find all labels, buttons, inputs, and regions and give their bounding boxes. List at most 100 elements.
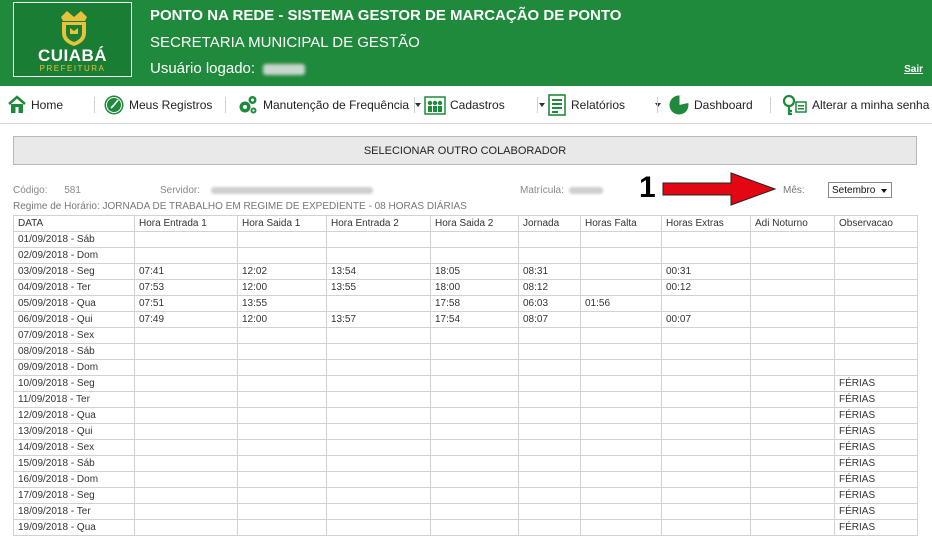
- table-cell: [134, 487, 238, 504]
- nav-home[interactable]: Home: [7, 93, 63, 117]
- table-cell: [661, 327, 751, 344]
- table-cell: 06/09/2018 - Qui: [13, 311, 135, 328]
- table-cell: [750, 423, 835, 440]
- table-cell: FÉRIAS: [834, 439, 918, 456]
- table-cell: 04/09/2018 - Ter: [13, 279, 135, 296]
- column-header: DATA: [13, 215, 135, 232]
- table-cell: [134, 327, 238, 344]
- table-cell: [518, 439, 581, 456]
- table-cell: [661, 359, 751, 376]
- table-cell: [237, 439, 327, 456]
- table-cell: [134, 439, 238, 456]
- table-cell: [134, 471, 238, 488]
- table-cell: [326, 487, 431, 504]
- table-cell: 13:54: [326, 263, 431, 280]
- table-cell: FÉRIAS: [834, 423, 918, 440]
- table-cell: [750, 375, 835, 392]
- table-cell: [134, 247, 238, 264]
- table-cell: [750, 519, 835, 536]
- report-icon: [548, 94, 566, 116]
- month-label: Mês:: [783, 185, 805, 196]
- people-icon: [424, 96, 446, 115]
- table-cell: [134, 455, 238, 472]
- table-cell: [237, 519, 327, 536]
- table-cell: [430, 471, 519, 488]
- table-cell: [834, 327, 918, 344]
- table-cell: 13:55: [326, 279, 431, 296]
- table-row: 10/09/2018 - Seg FÉRIAS: [13, 375, 918, 392]
- table-cell: [326, 519, 431, 536]
- table-cell: [750, 327, 835, 344]
- department-title: SECRETARIA MUNICIPAL DE GESTÃO: [150, 34, 420, 51]
- nav-my-records[interactable]: Meus Registros: [103, 93, 212, 117]
- employee-registration-label: Matrícula:: [520, 185, 564, 196]
- table-cell: [518, 487, 581, 504]
- table-cell: [237, 231, 327, 248]
- table-cell: 08/09/2018 - Sáb: [13, 343, 135, 360]
- chevron-down-icon: [538, 103, 545, 107]
- nav-change-password-label: Alterar a minha senha: [812, 98, 930, 112]
- table-cell: [326, 391, 431, 408]
- table-cell: [518, 423, 581, 440]
- nav-attendance-maintenance[interactable]: Manutenção de Frequência: [237, 93, 422, 117]
- table-cell: [134, 423, 238, 440]
- logo-name: CUIABÁ: [37, 46, 108, 65]
- table-cell: [326, 247, 431, 264]
- nav-registers[interactable]: Cadastros: [424, 93, 545, 117]
- logo-subtitle: PREFEITURA: [39, 64, 106, 73]
- chevron-down-icon: [655, 103, 662, 107]
- table-cell: [430, 439, 519, 456]
- table-cell: FÉRIAS: [834, 407, 918, 424]
- table-cell: [237, 359, 327, 376]
- column-header: Horas Falta: [580, 215, 662, 232]
- table-cell: [750, 247, 835, 264]
- select-other-employee-button[interactable]: SELECIONAR OUTRO COLABORADOR: [13, 136, 917, 165]
- table-cell: [326, 439, 431, 456]
- table-cell: [580, 455, 662, 472]
- table-cell: [237, 423, 327, 440]
- nav-dashboard[interactable]: Dashboard: [668, 93, 753, 117]
- table-row: 02/09/2018 - Dom: [13, 247, 918, 264]
- table-cell: 05/09/2018 - Qua: [13, 295, 135, 312]
- employee-code-value: 581: [64, 185, 81, 196]
- table-cell: [580, 311, 662, 328]
- table-cell: [237, 327, 327, 344]
- table-row: 13/09/2018 - Qui FÉRIAS: [13, 423, 918, 440]
- table-row: 15/09/2018 - Sáb FÉRIAS: [13, 455, 918, 472]
- table-cell: [580, 487, 662, 504]
- table-cell: [580, 407, 662, 424]
- nav-home-label: Home: [31, 98, 64, 112]
- table-cell: [518, 407, 581, 424]
- nav-divider: [225, 97, 226, 113]
- column-header: Horas Extras: [661, 215, 751, 232]
- table-cell: [430, 391, 519, 408]
- app-title: PONTO NA REDE - SISTEMA GESTOR DE MARCAÇ…: [150, 7, 622, 24]
- table-cell: [750, 343, 835, 360]
- month-select[interactable]: Setembro: [828, 182, 892, 198]
- table-cell: 18:00: [430, 279, 519, 296]
- nav-reports[interactable]: Relatórios: [547, 93, 662, 117]
- table-cell: [661, 439, 751, 456]
- table-cell: [326, 503, 431, 520]
- table-cell: [430, 503, 519, 520]
- table-cell: [134, 407, 238, 424]
- table-cell: [750, 407, 835, 424]
- table-cell: [750, 471, 835, 488]
- table-cell: 13:55: [237, 295, 327, 312]
- nav-divider: [94, 97, 95, 113]
- table-row: 16/09/2018 - Dom FÉRIAS: [13, 471, 918, 488]
- logo[interactable]: CUIABÁ PREFEITURA: [13, 2, 132, 77]
- table-cell: 00:07: [661, 311, 751, 328]
- logout-link[interactable]: Sair: [904, 64, 923, 75]
- nav-change-password[interactable]: Alterar a minha senha: [782, 93, 929, 117]
- employee-server-label: Servidor:: [160, 185, 201, 196]
- logged-user: Usuário logado:: [150, 60, 306, 77]
- table-row: 17/09/2018 - Seg FÉRIAS: [13, 487, 918, 504]
- table-cell: [430, 487, 519, 504]
- column-header: Jornada: [518, 215, 581, 232]
- table-cell: 19/09/2018 - Qua: [13, 519, 135, 536]
- table-cell: [518, 503, 581, 520]
- table-cell: 01/09/2018 - Sáb: [13, 231, 135, 248]
- nav-attendance-maintenance-label: Manutenção de Frequência: [263, 98, 410, 112]
- table-cell: [134, 391, 238, 408]
